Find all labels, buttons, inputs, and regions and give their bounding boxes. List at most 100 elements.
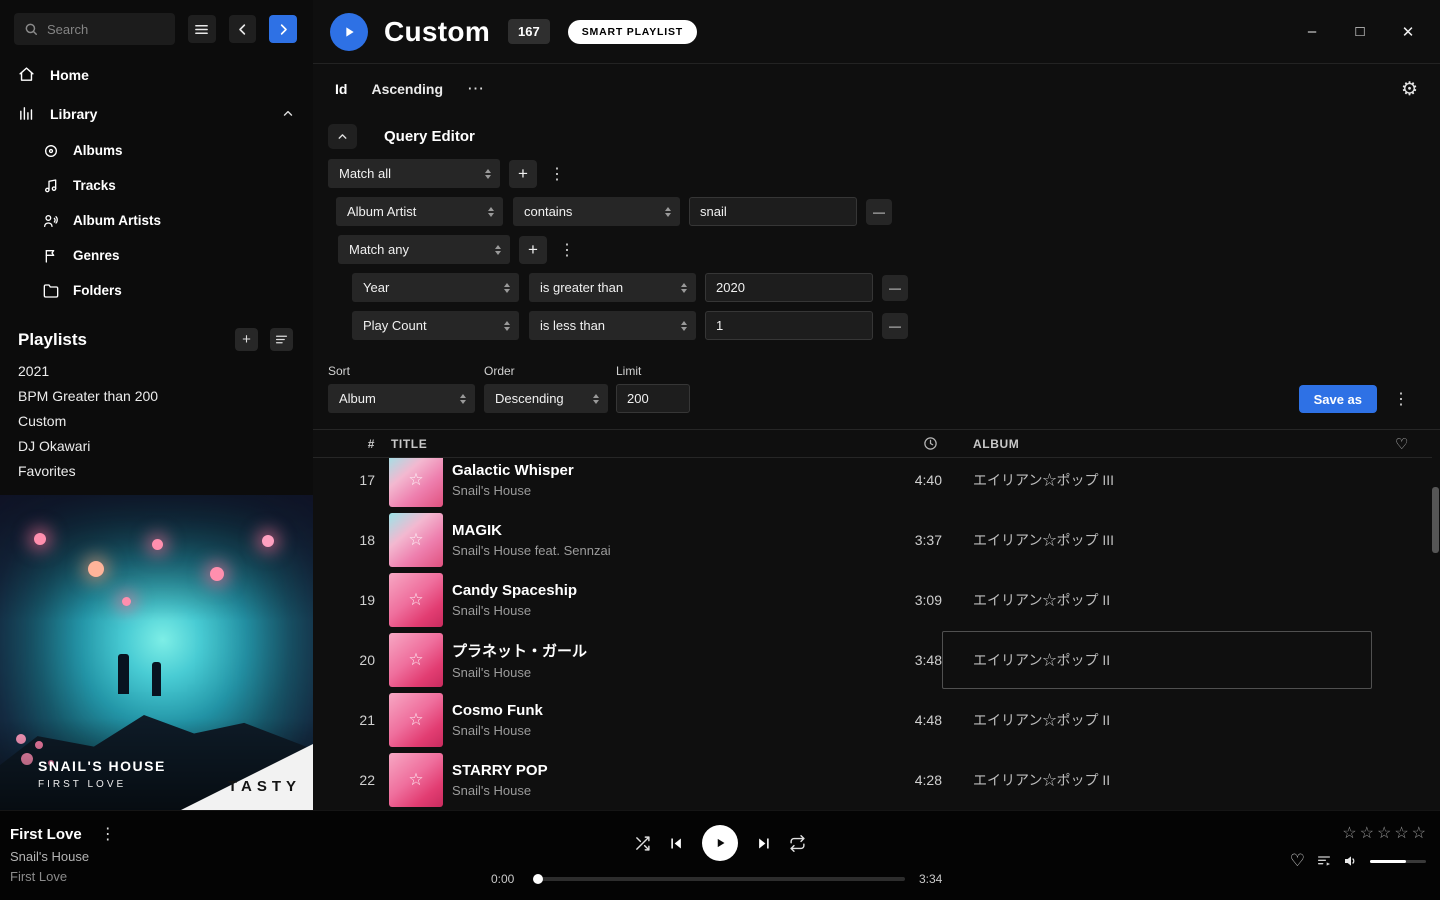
playlist-item[interactable]: DJ Okawari [0,434,313,459]
save-as-button[interactable]: Save as [1299,385,1377,413]
scrollbar-thumb[interactable] [1432,487,1439,553]
next-button[interactable] [756,836,771,851]
chevron-up-icon[interactable] [281,107,295,121]
limit-input[interactable] [616,384,690,413]
sidebar-item-label: Tracks [73,178,116,193]
remove-rule-button[interactable]: — [882,313,908,339]
queue-button[interactable] [1316,853,1332,869]
playlist-options-button[interactable] [270,328,293,351]
rating-star[interactable]: ☆ [1394,823,1408,843]
play-pause-button[interactable] [702,825,738,861]
seek-handle[interactable] [533,874,543,884]
sort-direction-button[interactable]: Ascending [371,81,443,97]
back-button[interactable] [229,15,257,43]
rule-field-select[interactable]: Year [352,273,519,302]
menu-button[interactable] [188,15,216,43]
now-playing-menu-button[interactable]: ⋮ [96,824,120,844]
track-main: Candy Spaceship Snail's House [389,573,858,627]
add-rule-button[interactable]: + [519,236,547,264]
order-select[interactable]: Descending [484,384,608,413]
track-album[interactable]: エイリアン☆ポップ II [942,690,1372,750]
select-updown-icon [681,321,687,331]
forward-button[interactable] [269,15,297,43]
select-updown-icon [504,321,510,331]
rule-operator-select[interactable]: contains [513,197,680,226]
now-playing-artwork[interactable]: SNAIL'S HOUSE FIRST LOVE TASTY [0,495,313,810]
collapse-query-editor-button[interactable] [328,124,357,149]
rule-field-select[interactable]: Album Artist [336,197,503,226]
column-number-header[interactable]: # [313,437,389,451]
sidebar-item-library[interactable]: Library [0,94,313,133]
maximize-button[interactable]: □ [1350,23,1370,41]
track-row[interactable]: 22 STARRY POP Snail's House 4:28 エイリアン☆ポ… [313,750,1432,810]
gear-icon[interactable]: ⚙ [1401,80,1418,99]
playlist-item[interactable]: Custom [0,409,313,434]
repeat-button[interactable] [789,835,806,852]
add-playlist-button[interactable]: + [235,328,258,351]
home-icon [18,66,35,83]
sort-field-button[interactable]: Id [335,81,347,97]
track-row-selected[interactable]: 20 プラネット・ガール Snail's House 3:48 エイリアン☆ポッ… [313,630,1432,690]
sidebar-item-album-artists[interactable]: Album Artists [0,203,313,238]
rating-star[interactable]: ☆ [1360,823,1374,843]
sidebar-item-folders[interactable]: Folders [0,273,313,308]
app-window: Home Library Albums Tracks Album Artists [0,0,1440,810]
duration-column-header[interactable] [858,436,942,451]
match-type-select[interactable]: Match all [328,159,500,188]
lantern-dot [122,597,131,606]
rating-star[interactable]: ☆ [1342,823,1356,843]
search-input[interactable] [47,22,159,37]
rule-value-input[interactable] [705,273,873,302]
rule-value-input[interactable] [689,197,857,226]
remove-rule-button[interactable]: — [866,199,892,225]
sidebar-item-label: Home [50,67,89,83]
search-box[interactable] [14,13,175,45]
rule-value-input[interactable] [705,311,873,340]
track-row[interactable]: 19 Candy Spaceship Snail's House 3:09 エイ… [313,570,1432,630]
group-menu-button[interactable]: ⋮ [545,164,569,184]
track-row[interactable]: 21 Cosmo Funk Snail's House 4:48 エイリアン☆ポ… [313,690,1432,750]
sidebar-item-home[interactable]: Home [0,55,313,94]
favorite-button[interactable]: ♡ [1290,851,1305,871]
track-album[interactable]: エイリアン☆ポップ II [942,750,1372,810]
match-type-select[interactable]: Match any [338,235,510,264]
playlist-item[interactable]: 2021 [0,359,313,384]
more-options-button[interactable]: ⋯ [467,79,485,99]
close-button[interactable]: ✕ [1398,23,1418,41]
track-album[interactable]: エイリアン☆ポップ III [942,510,1372,570]
column-title-header[interactable]: TITLE [389,437,858,451]
track-album[interactable]: エイリアン☆ポップ III [942,450,1372,510]
group-menu-button[interactable]: ⋮ [555,240,579,260]
now-playing-artist[interactable]: Snail's House [10,849,120,864]
track-meta: プラネット・ガール Snail's House [452,640,587,680]
volume-slider[interactable] [1370,860,1426,863]
sort-select[interactable]: Album [328,384,475,413]
sidebar-item-tracks[interactable]: Tracks [0,168,313,203]
shuffle-button[interactable] [634,835,651,852]
remove-rule-button[interactable]: — [882,275,908,301]
volume-button[interactable] [1343,853,1359,869]
column-album-header[interactable]: ALBUM [942,437,1372,451]
rating-star[interactable]: ☆ [1377,823,1391,843]
now-playing-album[interactable]: First Love [10,869,120,884]
rating-star[interactable]: ☆ [1412,823,1426,843]
rule-field-select[interactable]: Play Count [352,311,519,340]
play-playlist-button[interactable] [330,13,368,51]
heart-icon[interactable]: ♡ [1372,435,1432,453]
track-row[interactable]: 18 MAGIK Snail's House feat. Sennzai 3:3… [313,510,1432,570]
playlist-item[interactable]: Favorites [0,459,313,484]
seek-bar[interactable] [535,877,905,881]
sidebar-item-genres[interactable]: Genres [0,238,313,273]
sidebar-item-albums[interactable]: Albums [0,133,313,168]
track-album[interactable]: エイリアン☆ポップ II [942,570,1372,630]
track-album-focused[interactable]: エイリアン☆ポップ II [942,631,1372,689]
minimize-button[interactable]: – [1302,23,1322,41]
rule-operator-select[interactable]: is greater than [529,273,696,302]
add-rule-button[interactable]: + [509,160,537,188]
save-menu-button[interactable]: ⋮ [1389,389,1413,409]
track-row[interactable]: 17 Galactic Whisper Snail's House 4:40 エ… [313,450,1432,510]
previous-button[interactable] [669,836,684,851]
playlist-item[interactable]: BPM Greater than 200 [0,384,313,409]
track-number: 18 [313,532,389,548]
rule-operator-select[interactable]: is less than [529,311,696,340]
